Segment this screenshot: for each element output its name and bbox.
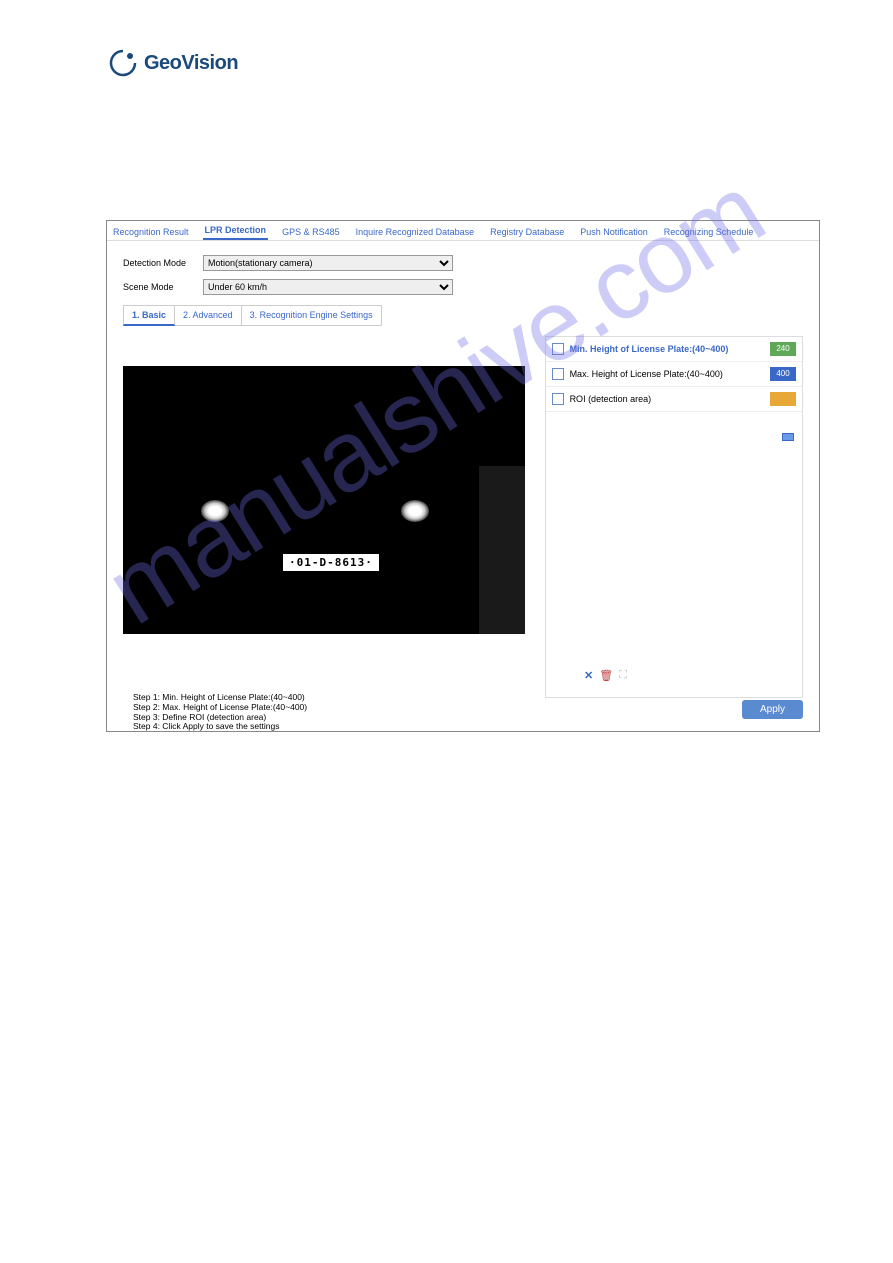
brand-logo: GeoVision xyxy=(108,48,238,78)
step-4: Step 4: Click Apply to save the settings xyxy=(133,722,307,732)
detection-mode-label: Detection Mode xyxy=(123,258,203,268)
min-height-label: Min. Height of License Plate:(40~400) xyxy=(570,344,764,354)
scene-mode-label: Scene Mode xyxy=(123,282,203,292)
expand-icon[interactable]: ⛶ xyxy=(619,669,627,682)
subtab-engine[interactable]: 3. Recognition Engine Settings xyxy=(242,305,382,326)
row-min-height[interactable]: Min. Height of License Plate:(40~400) 24… xyxy=(546,337,802,362)
license-plate: ·01-D-8613· xyxy=(281,552,381,573)
apply-button[interactable]: Apply xyxy=(742,700,803,719)
tab-push-notification[interactable]: Push Notification xyxy=(578,224,650,240)
logo-text: GeoVision xyxy=(144,52,238,75)
roi-swatch[interactable] xyxy=(770,392,796,406)
row-roi[interactable]: ROI (detection area) xyxy=(546,387,802,412)
min-height-value[interactable]: 240 xyxy=(770,342,796,356)
sub-tab-bar: 1. Basic 2. Advanced 3. Recognition Engi… xyxy=(123,305,803,326)
roi-icon xyxy=(552,393,564,405)
detection-mode-select[interactable]: Motion(stationary camera) xyxy=(203,255,453,271)
min-height-icon xyxy=(552,343,564,355)
camera-preview[interactable]: ·01-D-8613· xyxy=(123,366,525,634)
headlight-left xyxy=(201,500,229,522)
tab-recognition-result[interactable]: Recognition Result xyxy=(111,224,191,240)
content-row: ·01-D-8613· Min. Height of License Plate… xyxy=(107,326,819,698)
max-height-icon xyxy=(552,368,564,380)
headlight-right xyxy=(401,500,429,522)
scene-mode-select[interactable]: Under 60 km/h xyxy=(203,279,453,295)
detection-mode-row: Detection Mode Motion(stationary camera) xyxy=(107,251,819,275)
row-max-height[interactable]: Max. Height of License Plate:(40~400) 40… xyxy=(546,362,802,387)
settings-panel: Min. Height of License Plate:(40~400) 24… xyxy=(545,336,803,698)
roi-label: ROI (detection area) xyxy=(570,394,764,404)
tab-gps-rs485[interactable]: GPS & RS485 xyxy=(280,224,342,240)
tab-registry-db[interactable]: Registry Database xyxy=(488,224,566,240)
subtab-basic[interactable]: 1. Basic xyxy=(123,305,175,326)
max-height-value[interactable]: 400 xyxy=(770,367,796,381)
scene-mode-row: Scene Mode Under 60 km/h xyxy=(107,275,819,299)
preview-dark-strip xyxy=(479,466,525,634)
close-icon[interactable]: ✕ xyxy=(584,669,593,682)
panel-toggle-icon[interactable] xyxy=(782,433,794,441)
preview-toolbar: ✕ 🗑 ⛶ xyxy=(584,669,627,682)
trash-icon[interactable]: 🗑 xyxy=(599,669,613,682)
tab-inquire-db[interactable]: Inquire Recognized Database xyxy=(354,224,477,240)
max-height-label: Max. Height of License Plate:(40~400) xyxy=(570,369,764,379)
app-window: Recognition Result LPR Detection GPS & R… xyxy=(106,220,820,732)
logo-mark-icon xyxy=(108,48,138,78)
tab-lpr-detection[interactable]: LPR Detection xyxy=(203,222,269,240)
subtab-advanced[interactable]: 2. Advanced xyxy=(175,305,242,326)
steps-help-text: Step 1: Min. Height of License Plate:(40… xyxy=(133,693,307,732)
tab-recognizing-schedule[interactable]: Recognizing Schedule xyxy=(662,224,756,240)
top-tab-bar: Recognition Result LPR Detection GPS & R… xyxy=(107,221,819,241)
